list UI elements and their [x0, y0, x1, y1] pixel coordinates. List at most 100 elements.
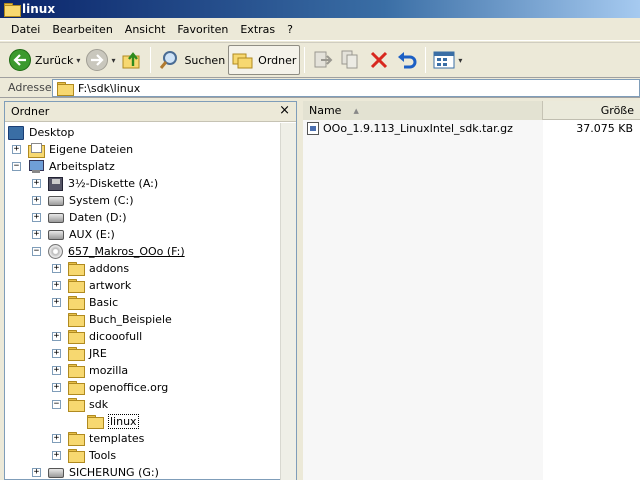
tree-item-drive-f[interactable]: 657_Makros_OOo (F:): [48, 243, 185, 260]
expand-plus-icon[interactable]: +: [32, 179, 41, 188]
tree-item-dicooofull[interactable]: dicooofull: [68, 328, 142, 345]
folder-pane: Ordner × Desktop + Eigene Dateien − Arbe…: [4, 101, 297, 480]
tree-item-addons[interactable]: addons: [68, 260, 129, 277]
expand-plus-icon[interactable]: +: [12, 145, 21, 154]
tree-item-drive-e[interactable]: AUX (E:): [48, 226, 115, 243]
folders-button[interactable]: Ordner: [228, 45, 301, 75]
expand-plus-icon[interactable]: +: [32, 196, 41, 205]
folder-icon: [68, 330, 85, 344]
tree-item-drive-g[interactable]: SICHERUNG (G:): [48, 464, 159, 480]
my-documents-icon: [28, 142, 45, 158]
tree-item-linux[interactable]: linux: [87, 413, 139, 430]
back-button[interactable]: Zurück ▾: [6, 45, 83, 75]
views-dropdown-icon[interactable]: ▾: [458, 56, 462, 65]
address-value: F:\sdk\linux: [78, 81, 141, 95]
desktop-icon: [8, 125, 24, 140]
floppy-drive-icon: [48, 176, 63, 191]
vertical-scrollbar[interactable]: [280, 123, 296, 480]
close-icon[interactable]: ×: [279, 104, 290, 118]
search-button[interactable]: Suchen: [155, 45, 228, 75]
folder-pane-title: Ordner: [11, 105, 50, 118]
back-dropdown-icon[interactable]: ▾: [76, 56, 80, 65]
tree-item-label: System (C:): [69, 194, 134, 207]
expand-plus-icon[interactable]: +: [32, 213, 41, 222]
undo-button[interactable]: [393, 45, 421, 75]
address-input[interactable]: F:\sdk\linux: [52, 79, 640, 97]
views-icon: [433, 51, 455, 69]
tree-item-mozilla[interactable]: mozilla: [68, 362, 128, 379]
expand-plus-icon[interactable]: +: [52, 298, 61, 307]
sort-ascending-icon: ▲: [353, 106, 359, 115]
collapse-minus-icon[interactable]: −: [52, 400, 61, 409]
window-title: linux: [22, 2, 56, 16]
expand-plus-icon[interactable]: +: [52, 349, 61, 358]
menu-bearbeiten[interactable]: Bearbeiten: [46, 23, 118, 36]
computer-icon: [28, 159, 44, 174]
tree-item-artwork[interactable]: artwork: [68, 277, 131, 294]
views-button[interactable]: ▾: [430, 45, 465, 75]
folder-icon: [4, 3, 21, 17]
file-row[interactable]: OOo_1.9.113_LinuxIntel_sdk.tar.gz 37.075…: [307, 120, 637, 136]
tree-item-drive-a[interactable]: 3½-Diskette (A:): [48, 175, 158, 192]
tree-item-arbeitsplatz[interactable]: Arbeitsplatz: [28, 158, 115, 175]
tree-item-label: SICHERUNG (G:): [69, 466, 159, 479]
collapse-minus-icon[interactable]: −: [12, 162, 21, 171]
column-header-size[interactable]: Größe: [543, 101, 640, 120]
tree-item-label: Basic: [89, 296, 119, 309]
tree-item-basic[interactable]: Basic: [68, 294, 118, 311]
tree-item-label: addons: [89, 262, 130, 275]
expand-plus-icon[interactable]: +: [52, 264, 61, 273]
expand-plus-icon[interactable]: +: [32, 468, 41, 477]
forward-button[interactable]: ▾: [83, 45, 118, 75]
tree-item-label: AUX (E:): [69, 228, 115, 241]
tree-item-openoffice-org[interactable]: openoffice.org: [68, 379, 168, 396]
column-headers: Name ▲ Größe: [303, 101, 640, 120]
tree-item-eigene-dateien[interactable]: Eigene Dateien: [28, 141, 133, 158]
tree-item-label: Daten (D:): [69, 211, 127, 224]
expand-plus-icon[interactable]: +: [52, 366, 61, 375]
tree-item-tools[interactable]: Tools: [68, 447, 116, 464]
folder-pane-header: Ordner ×: [5, 102, 296, 122]
move-to-button[interactable]: [309, 45, 337, 75]
delete-button[interactable]: [365, 45, 393, 75]
menu-datei[interactable]: Datei: [0, 23, 46, 36]
collapse-minus-icon[interactable]: −: [32, 247, 41, 256]
tree-item-buch-beispiele[interactable]: Buch_Beispiele: [68, 311, 172, 328]
tree-item-label: Eigene Dateien: [49, 143, 134, 156]
delete-icon: [371, 51, 388, 69]
folder-up-icon: [122, 52, 140, 69]
expand-plus-icon[interactable]: +: [32, 230, 41, 239]
menu-help[interactable]: ?: [281, 23, 299, 36]
folder-icon: [68, 398, 85, 412]
tree-item-sdk[interactable]: sdk: [68, 396, 108, 413]
expand-plus-icon[interactable]: +: [52, 281, 61, 290]
menu-extras[interactable]: Extras: [234, 23, 281, 36]
expand-plus-icon[interactable]: +: [52, 451, 61, 460]
folder-icon: [68, 449, 85, 463]
menu-favoriten[interactable]: Favoriten: [171, 23, 234, 36]
expand-plus-icon[interactable]: +: [52, 383, 61, 392]
expand-plus-icon[interactable]: +: [52, 332, 61, 341]
folder-icon: [68, 432, 85, 446]
tree-item-label: mozilla: [89, 364, 129, 377]
tree-item-jre[interactable]: JRE: [68, 345, 107, 362]
archive-file-icon: [307, 121, 319, 135]
folder-icon: [57, 81, 74, 96]
menu-ansicht[interactable]: Ansicht: [119, 23, 172, 36]
toolbar-separator: [150, 47, 152, 73]
copy-to-button[interactable]: [337, 45, 365, 75]
tree-item-label: 657_Makros_OOo (F:): [68, 245, 185, 258]
tree-item-desktop[interactable]: Desktop: [8, 124, 74, 141]
folder-icon: [68, 364, 85, 378]
tree-item-label: 3½-Diskette (A:): [68, 177, 159, 190]
column-header-name[interactable]: Name ▲: [303, 101, 543, 120]
up-button[interactable]: [118, 45, 146, 75]
expand-plus-icon[interactable]: +: [52, 434, 61, 443]
tree-item-drive-d[interactable]: Daten (D:): [48, 209, 127, 226]
forward-dropdown-icon[interactable]: ▾: [111, 56, 115, 65]
open-folder-icon: [87, 415, 104, 429]
tree-item-drive-c[interactable]: System (C:): [48, 192, 134, 209]
address-bar: Adresse F:\sdk\linux: [0, 78, 640, 98]
file-size: 37.075 KB: [576, 121, 633, 135]
tree-item-templates[interactable]: templates: [68, 430, 144, 447]
